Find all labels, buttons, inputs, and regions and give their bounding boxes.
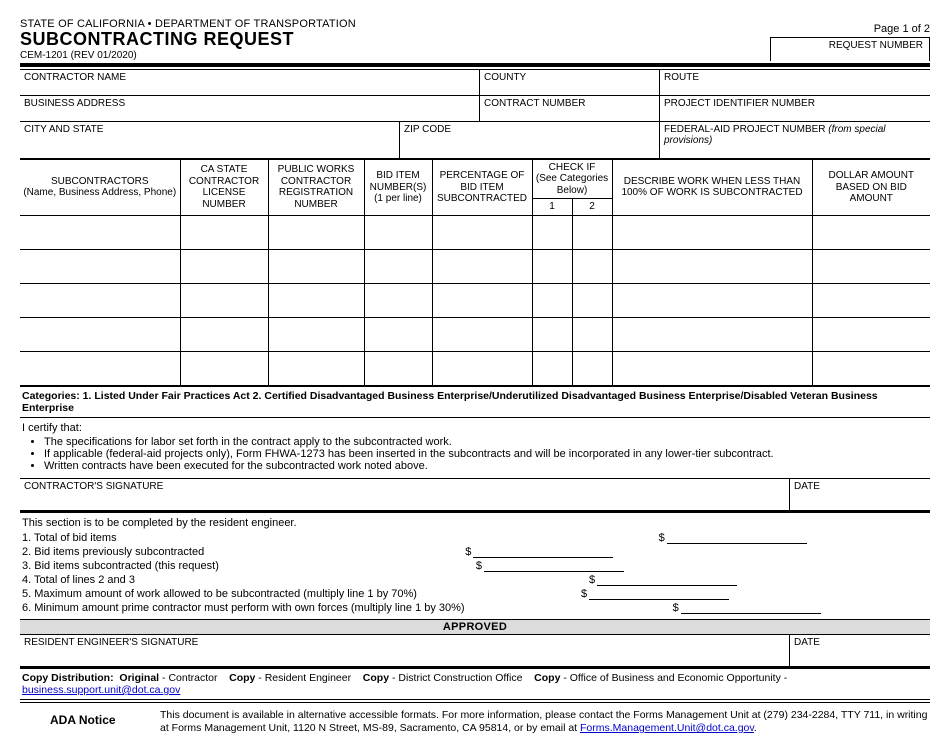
contractor-name-field[interactable]: CONTRACTOR NAME [20, 70, 480, 96]
line-5-amount[interactable] [589, 588, 729, 600]
categories-note: Categories: 1. Listed Under Fair Practic… [20, 386, 930, 418]
resident-date-field[interactable]: DATE [790, 635, 930, 666]
field-row-3: CITY AND STATE ZIP CODE FEDERAL-AID PROJ… [20, 122, 930, 159]
federal-aid-field[interactable]: FEDERAL-AID PROJECT NUMBER (from special… [660, 122, 930, 159]
resident-engineer-intro: This section is to be completed by the r… [20, 513, 930, 531]
project-identifier-field[interactable]: PROJECT IDENTIFIER NUMBER [660, 96, 930, 122]
line-6-min: 6. Minimum amount prime contractor must … [20, 601, 930, 615]
resident-signature-field[interactable]: RESIDENT ENGINEER'S SIGNATURE [20, 635, 790, 666]
form-header: STATE OF CALIFORNIA • DEPARTMENT OF TRAN… [20, 18, 930, 61]
business-support-email[interactable]: business.support.unit@dot.ca.gov [22, 684, 180, 696]
approved-bar: APPROVED [20, 619, 930, 635]
col-pwcr: PUBLIC WORKS CONTRACTOR REGISTRATION NUM… [268, 159, 364, 215]
forms-mgmt-email[interactable]: Forms.Management.Unit@dot.ca.gov [580, 722, 754, 734]
line-1-amount[interactable] [667, 532, 807, 544]
field-row-1: CONTRACTOR NAME COUNTY ROUTE [20, 70, 930, 96]
line-1-total-bid: 1. Total of bid items $ [20, 531, 930, 545]
federal-aid-label: FEDERAL-AID PROJECT NUMBER [664, 124, 826, 135]
copy-distribution: Copy Distribution: Original - Contractor… [20, 667, 930, 703]
col-license: CA STATE CONTRACTOR LICENSE NUMBER [180, 159, 268, 215]
col-amount: DOLLAR AMOUNT BASED ON BID AMOUNT [812, 159, 930, 215]
zip-field[interactable]: ZIP CODE [400, 122, 660, 159]
resident-signature-row: RESIDENT ENGINEER'S SIGNATURE DATE [20, 635, 930, 667]
header-rule [20, 63, 930, 70]
table-row[interactable] [20, 351, 930, 385]
contractor-date-field[interactable]: DATE [790, 479, 930, 510]
cert-bullet-3: Written contracts have been executed for… [44, 460, 928, 472]
ada-notice: ADA Notice This document is available in… [20, 703, 930, 735]
route-field[interactable]: ROUTE [660, 70, 930, 96]
ada-body: This document is available in alternativ… [160, 709, 927, 734]
contractor-signature-row: CONTRACTOR'S SIGNATURE DATE [20, 478, 930, 513]
ada-title: ADA Notice [20, 709, 160, 735]
line-3-this-sub: 3. Bid items subcontracted (this request… [20, 559, 930, 573]
cert-bullet-1: The specifications for labor set forth i… [44, 436, 928, 448]
table-row[interactable] [20, 215, 930, 249]
cert-bullet-2: If applicable (federal-aid projects only… [44, 448, 928, 460]
line-3-amount[interactable] [484, 560, 624, 572]
line-6-amount[interactable] [681, 602, 821, 614]
form-title: SUBCONTRACTING REQUEST [20, 30, 356, 49]
col-subcontractors: SUBCONTRACTORS (Name, Business Address, … [20, 159, 180, 215]
contract-number-field[interactable]: CONTRACT NUMBER [480, 96, 660, 122]
form-number: CEM-1201 (REV 01/2020) [20, 50, 356, 61]
table-row[interactable] [20, 249, 930, 283]
line-4-total23: 4. Total of lines 2 and 3 $ [20, 573, 930, 587]
line-4-amount[interactable] [597, 574, 737, 586]
col-checkif: CHECK IF (See Categories Below) [532, 159, 612, 199]
table-row[interactable] [20, 317, 930, 351]
certification-block: I certify that: The specifications for l… [20, 418, 930, 478]
county-field[interactable]: COUNTY [480, 70, 660, 96]
cert-intro: I certify that: [22, 422, 82, 434]
line-2-prev-sub: 2. Bid items previously subcontracted $ [20, 545, 930, 559]
business-address-field[interactable]: BUSINESS ADDRESS [20, 96, 480, 122]
city-state-field[interactable]: CITY AND STATE [20, 122, 400, 159]
col-check-1: 1 [532, 199, 572, 216]
table-row[interactable] [20, 283, 930, 317]
page-number: Page 1 of 2 [770, 23, 930, 35]
subcontractor-grid: SUBCONTRACTORS (Name, Business Address, … [20, 159, 930, 386]
col-describe: DESCRIBE WORK WHEN LESS THAN 100% OF WOR… [612, 159, 812, 215]
line-2-amount[interactable] [473, 546, 613, 558]
field-row-2: BUSINESS ADDRESS CONTRACT NUMBER PROJECT… [20, 96, 930, 122]
col-check-2: 2 [572, 199, 612, 216]
request-number-box[interactable]: REQUEST NUMBER [770, 37, 930, 61]
contractor-signature-field[interactable]: CONTRACTOR'S SIGNATURE [20, 479, 790, 510]
col-biditem: BID ITEM NUMBER(S) (1 per line) [364, 159, 432, 215]
col-percentage: PERCENTAGE OF BID ITEM SUBCONTRACTED [432, 159, 532, 215]
line-5-max: 5. Maximum amount of work allowed to be … [20, 587, 930, 601]
